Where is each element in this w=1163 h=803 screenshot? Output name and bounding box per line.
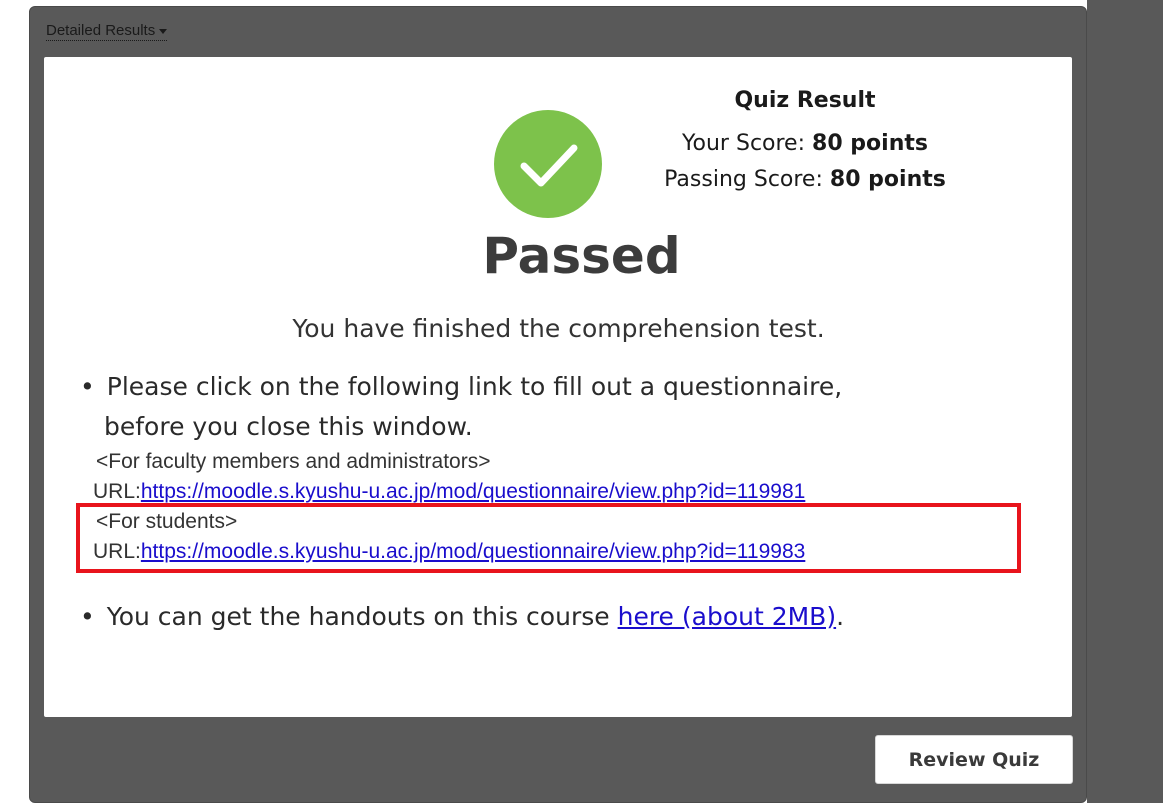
handouts-prefix: You can get the handouts on this course: [106, 602, 610, 631]
checkmark-icon: [494, 110, 602, 218]
background-area: [1087, 0, 1163, 803]
handouts-bullet: • You can get the handouts on this course…: [80, 600, 844, 634]
finished-message: You have finished the comprehension test…: [292, 314, 825, 343]
faculty-url-row: URL:https://moodle.s.kyushu-u.ac.jp/mod/…: [93, 479, 805, 505]
caret-down-icon: [159, 28, 168, 34]
questionnaire-line2: before you close this window.: [104, 412, 473, 441]
handouts-link[interactable]: here (about 2MB): [618, 602, 837, 631]
pass-status: Passed: [482, 227, 681, 285]
passing-score-value: 80 points: [829, 167, 946, 192]
passing-score-label: Passing Score:: [664, 167, 823, 192]
bullet-dot: •: [80, 602, 95, 631]
students-url-label: URL:: [93, 540, 141, 563]
detailed-results-label: Detailed Results: [46, 22, 156, 39]
questionnaire-line1: Please click on the following link to fi…: [106, 372, 843, 401]
your-score-value: 80 points: [812, 131, 928, 156]
handouts-suffix: .: [836, 602, 845, 631]
students-heading: <For students>: [96, 510, 238, 533]
students-questionnaire-link[interactable]: https://moodle.s.kyushu-u.ac.jp/mod/ques…: [141, 540, 805, 563]
students-url-row: URL:https://moodle.s.kyushu-u.ac.jp/mod/…: [93, 539, 805, 565]
detailed-results-toggle[interactable]: Detailed Results: [46, 22, 168, 41]
faculty-questionnaire-link[interactable]: https://moodle.s.kyushu-u.ac.jp/mod/ques…: [141, 480, 805, 503]
review-quiz-button[interactable]: Review Quiz: [875, 735, 1073, 784]
quiz-result-title: Quiz Result: [734, 88, 876, 113]
questionnaire-bullet: • Please click on the following link to f…: [80, 370, 1040, 404]
faculty-url-label: URL:: [93, 480, 141, 503]
bullet-dot: •: [80, 372, 95, 401]
quiz-result-summary: Quiz Result Your Score: 80 points Passin…: [630, 86, 980, 198]
passing-score: Passing Score: 80 points: [630, 162, 980, 198]
your-score: Your Score: 80 points: [630, 126, 980, 162]
faculty-heading: <For faculty members and administrators>: [96, 450, 491, 473]
your-score-label: Your Score:: [682, 131, 806, 156]
